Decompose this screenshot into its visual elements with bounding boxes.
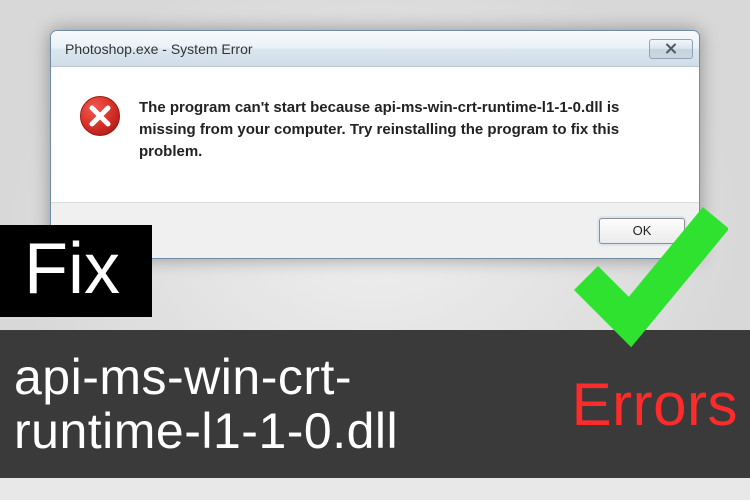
fix-label: Fix [24, 229, 120, 309]
dll-filename: api-ms-win-crt-runtime-l1-1-0.dll [14, 350, 564, 458]
dialog-body: The program can't start because api-ms-w… [51, 67, 699, 202]
errors-label: Errors [572, 370, 738, 439]
error-icon [79, 95, 121, 142]
window-title: Photoshop.exe - System Error [65, 41, 649, 57]
bottom-margin [0, 478, 750, 500]
fix-badge: Fix [0, 225, 152, 317]
close-icon [665, 43, 677, 54]
close-button[interactable] [649, 39, 693, 59]
checkmark-icon [568, 200, 728, 355]
error-message: The program can't start because api-ms-w… [139, 95, 671, 162]
titlebar[interactable]: Photoshop.exe - System Error [51, 31, 699, 67]
